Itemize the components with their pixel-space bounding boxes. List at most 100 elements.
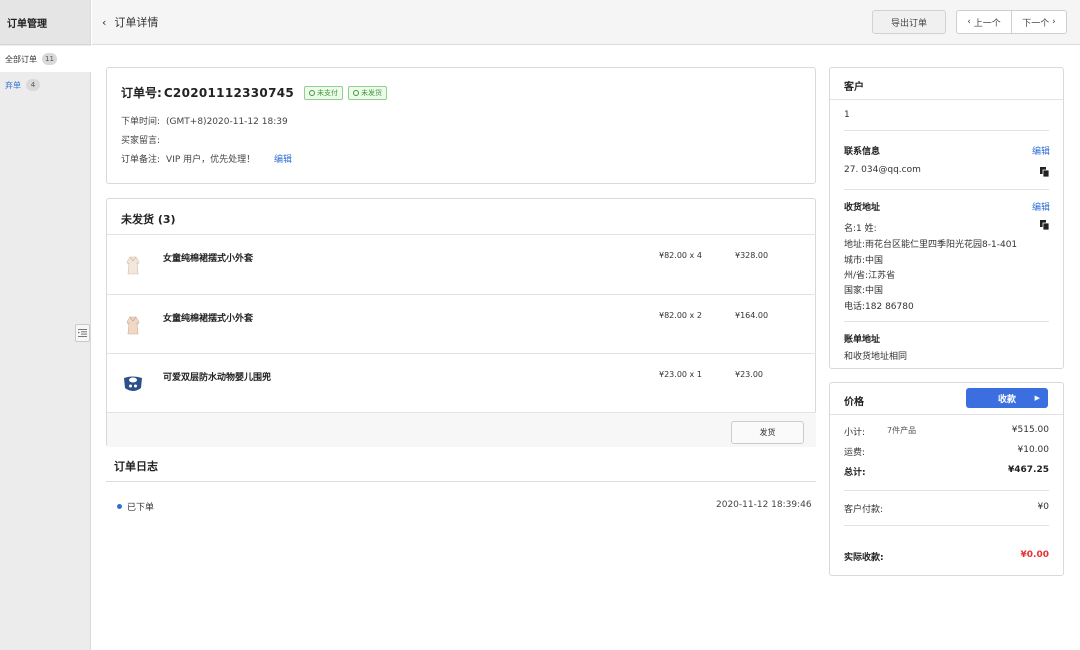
badge-label: 未发货 xyxy=(361,88,383,97)
order-note-label: 订单备注: xyxy=(121,155,161,165)
copy-icon[interactable] xyxy=(1040,167,1049,177)
chevron-right-icon: › xyxy=(1049,17,1056,27)
order-time-value: (GMT+8)2020-11-12 18:39 xyxy=(166,117,288,127)
address-line: 地址:雨花台区能仁里四季阳光花园8-1-401 xyxy=(844,240,1018,250)
line-total: ¥23.00 xyxy=(735,370,763,379)
customer-paid-label: 客户付款: xyxy=(844,505,884,515)
shipping-fee-label: 运费: xyxy=(844,448,866,458)
product-name[interactable]: 女童纯棉裙摆式小外套 xyxy=(163,251,253,264)
unit-price: ¥23.00 x 1 xyxy=(659,370,702,379)
product-name[interactable]: 可爱双层防水动物婴儿围兜 xyxy=(163,370,271,383)
edit-contact-link[interactable]: 编辑 xyxy=(1032,144,1050,157)
address-line: 国家:中国 xyxy=(844,286,884,296)
shipping-address-title: 收货地址 xyxy=(844,203,881,213)
line-total: ¥164.00 xyxy=(735,311,769,320)
unshipped-status-badge: 未发货 xyxy=(348,85,388,100)
order-note-value: VIP 用户，优先处理！ xyxy=(166,155,256,165)
list-item: 女童纯棉裙摆式小外套 ¥82.00 x 2 ¥164.00 xyxy=(107,294,816,354)
collapse-sidebar-button[interactable] xyxy=(75,324,90,342)
count-badge: 4 xyxy=(26,79,40,91)
list-item: 可爱双层防水动物婴儿围兜 ¥23.00 x 1 ¥23.00 xyxy=(107,353,816,413)
unpaid-status-badge: 未支付 xyxy=(304,85,344,100)
total-label: 总计: xyxy=(844,468,866,478)
status-ring-icon xyxy=(353,89,360,96)
price-title: 价格 xyxy=(844,397,864,408)
address-line: 名:1 姓: xyxy=(844,224,877,234)
caret-right-icon: ▶ xyxy=(1034,394,1040,402)
divider xyxy=(844,490,1049,491)
subtotal-row: 小计: 7件产品 ¥515.00 xyxy=(844,425,1049,439)
sidebar-item-label: 全部订单 xyxy=(5,54,37,64)
next-button[interactable]: 下一个 › xyxy=(1012,11,1066,33)
jacket-icon xyxy=(126,256,140,275)
billing-address-value: 和收货地址相同 xyxy=(844,352,908,362)
product-name[interactable]: 女童纯棉裙摆式小外套 xyxy=(163,311,253,324)
actual-received-label: 实际收款: xyxy=(844,553,884,563)
divider xyxy=(830,99,1063,100)
count-badge: 11 xyxy=(42,53,57,65)
total-row: 总计: ¥467.25 xyxy=(844,465,1049,479)
order-time-label: 下单时间: xyxy=(121,117,161,127)
shipping-fee-value: ¥10.00 xyxy=(1017,445,1050,455)
buyer-message-row: 买家留言: xyxy=(121,133,160,146)
page-title: 订单详情 xyxy=(114,16,159,29)
export-orders-button[interactable]: 导出订单 xyxy=(872,10,946,34)
customer-value[interactable]: 1 xyxy=(844,110,850,120)
order-number-label: 订单号: xyxy=(121,86,162,100)
sidebar: 订单管理 全部订单 11 弃单 4 xyxy=(0,0,91,650)
list-item: 女童纯棉裙摆式小外套 ¥82.00 x 4 ¥328.00 xyxy=(107,234,816,294)
address-line: 城市:中国 xyxy=(844,256,884,266)
collect-payment-button[interactable]: 收款 ▶ xyxy=(966,388,1048,408)
sidebar-item-abandoned[interactable]: 弃单 4 xyxy=(0,72,90,98)
previous-button[interactable]: ‹ 上一个 xyxy=(957,11,1012,33)
customer-paid-row: 客户付款: ¥0 xyxy=(844,502,1049,516)
previous-label: 上一个 xyxy=(973,18,1001,29)
order-log-title: 订单日志 xyxy=(114,460,158,473)
divider xyxy=(844,189,1049,190)
next-label: 下一个 xyxy=(1022,18,1050,29)
line-total: ¥328.00 xyxy=(735,251,769,260)
copy-icon[interactable] xyxy=(1040,220,1049,230)
pager: ‹ 上一个 下一个 › xyxy=(956,10,1067,34)
subtotal-items: 7件产品 xyxy=(887,426,917,435)
back-button[interactable]: ‹ 订单详情 xyxy=(102,14,158,30)
unit-price: ¥82.00 x 2 xyxy=(659,311,702,320)
sidebar-item-all-orders[interactable]: 全部订单 11 xyxy=(0,46,91,72)
collect-payment-label: 收款 xyxy=(997,394,1016,405)
customer-card: 客户 1 联系信息 编辑 27. 034@qq.com 收货地址 编辑 名:1 … xyxy=(829,67,1064,369)
divider xyxy=(106,481,816,482)
dot-icon xyxy=(117,504,122,509)
divider xyxy=(844,525,1049,526)
edit-note-link[interactable]: 编辑 xyxy=(274,155,292,165)
log-entry-label: 已下单 xyxy=(127,503,155,513)
divider xyxy=(830,414,1063,415)
order-note-row: 订单备注: VIP 用户，优先处理！ 编辑 xyxy=(121,152,292,165)
ship-button[interactable]: 发货 xyxy=(731,421,804,444)
log-entry-time: 2020-11-12 18:39:46 xyxy=(716,500,812,510)
actual-received-row: 实际收款: ¥0.00 xyxy=(844,550,1049,564)
buyer-message-label: 买家留言: xyxy=(121,136,161,146)
divider xyxy=(844,130,1049,131)
ship-action-bar: 发货 xyxy=(107,412,816,447)
order-number-row: 订单号: C20201112330745 未支付 未发货 xyxy=(121,84,388,101)
actual-received-value: ¥0.00 xyxy=(1020,550,1049,560)
sidebar-item-label: 弃单 xyxy=(5,80,21,90)
unshipped-title: 未发货 (3) xyxy=(121,213,176,226)
top-bar: ‹ 订单详情 导出订单 ‹ 上一个 下一个 › xyxy=(92,0,1080,45)
jacket-icon xyxy=(126,316,140,335)
contact-title: 联系信息 xyxy=(844,147,881,157)
badge-label: 未支付 xyxy=(317,88,339,97)
subtotal-label: 小计: xyxy=(844,428,866,438)
unshipped-items-card: 未发货 (3) 女童纯棉裙摆式小外套 ¥82.00 x 4 ¥328.00 女童… xyxy=(106,198,816,447)
edit-address-link[interactable]: 编辑 xyxy=(1032,200,1050,213)
chevron-left-icon: ‹ xyxy=(102,15,107,29)
divider xyxy=(844,321,1049,322)
bib-icon xyxy=(124,376,142,391)
collapse-icon xyxy=(78,329,87,337)
order-time-row: 下单时间: (GMT+8)2020-11-12 18:39 xyxy=(121,114,288,127)
address-line: 电话:182 86780 xyxy=(844,302,914,312)
order-info-card: 订单号: C20201112330745 未支付 未发货 下单时间: (GMT+8… xyxy=(106,67,816,184)
customer-paid-value: ¥0 xyxy=(1037,502,1049,512)
shipping-fee-row: 运费: ¥10.00 xyxy=(844,445,1049,459)
contact-email: 27. 034@qq.com xyxy=(844,165,921,175)
